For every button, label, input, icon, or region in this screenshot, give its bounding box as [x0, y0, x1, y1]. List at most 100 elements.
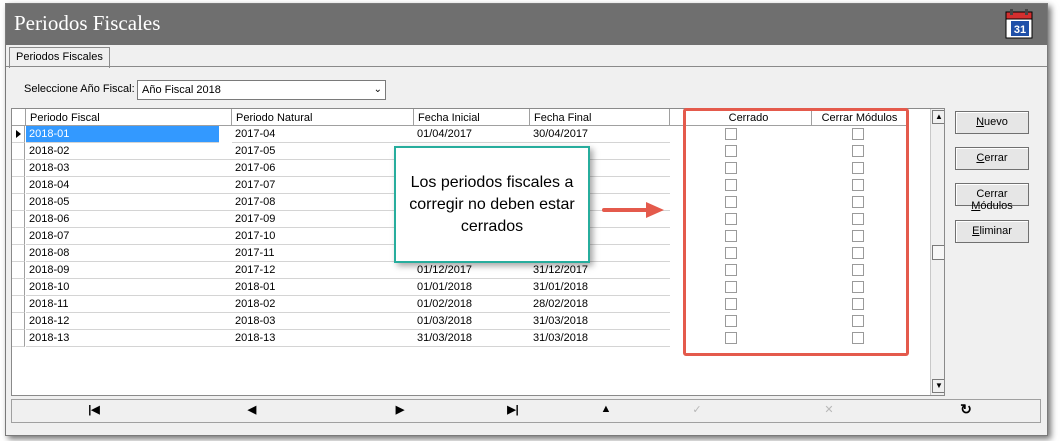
title-bar: Periodos Fiscales 31 — [6, 4, 1047, 45]
cell-end[interactable]: 31/01/2018 — [530, 279, 670, 296]
tab-periodos-fiscales[interactable]: Periodos Fiscales — [9, 47, 110, 68]
annotation-callout: Los periodos fiscales a corregir no debe… — [394, 146, 590, 263]
cell-fiscal[interactable]: 2018-05 — [26, 194, 232, 211]
cell-end[interactable]: 31/03/2018 — [530, 330, 670, 347]
fiscal-year-select[interactable]: Año Fiscal 2018 ⌄ — [137, 80, 386, 100]
nav-refresh-icon[interactable]: ↻ — [946, 401, 986, 418]
cell-fiscal[interactable]: 2018-12 — [26, 313, 232, 330]
cell-fiscal[interactable]: 2018-07 — [26, 228, 232, 245]
row-indicator[interactable] — [12, 228, 25, 245]
cerrar-modulos-button[interactable]: Cerrar Módulos — [955, 183, 1029, 212]
row-indicator[interactable] — [12, 262, 25, 279]
cell-natural[interactable]: 2017-07 — [232, 177, 414, 194]
column-header-fecha-inicial[interactable]: Fecha Inicial — [414, 109, 530, 126]
cerrar-button[interactable]: Cerrar — [955, 147, 1029, 170]
column-header-periodo-natural[interactable]: Periodo Natural — [232, 109, 414, 126]
cell-fiscal[interactable]: 2018-11 — [26, 296, 232, 313]
nav-post-icon: ✓ — [692, 404, 702, 416]
fiscal-year-value: Año Fiscal 2018 — [142, 84, 221, 96]
cell-fiscal[interactable]: 2018-03 — [26, 160, 232, 177]
table-row[interactable]: 2018-11 2018-02 01/02/2018 28/02/2018 — [12, 296, 672, 313]
chevron-down-icon[interactable]: ⌄ — [374, 84, 382, 95]
cell-natural[interactable]: 2018-13 — [232, 330, 414, 347]
record-navigator: |◀ ◀ ▶ ▶| ▲ ✓ ✕ ↻ — [11, 399, 1041, 423]
cell-start[interactable]: 01/04/2017 — [414, 126, 530, 143]
cell-fiscal[interactable]: 2018-06 — [26, 211, 232, 228]
cell-natural[interactable]: 2017-09 — [232, 211, 414, 228]
scroll-up-arrow-icon[interactable]: ▲ — [932, 110, 944, 124]
vertical-scrollbar[interactable]: ▲ ▼ — [930, 109, 944, 395]
cell-natural[interactable]: 2017-04 — [232, 126, 414, 143]
row-indicator[interactable] — [12, 211, 25, 228]
window-title: Periodos Fiscales — [14, 11, 161, 35]
column-header-fecha-final[interactable]: Fecha Final — [530, 109, 670, 126]
cerrar-label: errar — [984, 152, 1008, 164]
right-arrow-icon — [602, 202, 664, 218]
row-indicator[interactable] — [12, 143, 25, 160]
table-row[interactable]: 2018-01 2017-04 01/04/2017 30/04/2017 — [12, 126, 672, 143]
cell-end[interactable]: 30/04/2017 — [530, 126, 670, 143]
eliminar-button[interactable]: Eliminar — [955, 220, 1029, 243]
eliminar-label: liminar — [979, 225, 1012, 237]
cell-end[interactable]: 31/03/2018 — [530, 313, 670, 330]
closed-columns-highlight — [683, 108, 909, 356]
row-indicator[interactable] — [12, 160, 25, 177]
row-indicator[interactable] — [12, 177, 25, 194]
callout-text: Los periodos fiscales a corregir no debe… — [409, 173, 575, 235]
cell-start[interactable]: 01/01/2018 — [414, 279, 530, 296]
nav-first-icon[interactable]: |◀ — [74, 403, 114, 420]
fiscal-year-label: Seleccione Año Fiscal: — [24, 83, 135, 95]
cell-natural[interactable]: 2018-01 — [232, 279, 414, 296]
row-indicator[interactable] — [12, 194, 25, 211]
nav-last-icon[interactable]: ▶| — [493, 403, 533, 420]
cell-fiscal[interactable]: 2018-01 — [26, 126, 219, 143]
scroll-down-arrow-icon[interactable]: ▼ — [932, 379, 944, 393]
cell-natural[interactable]: 2017-05 — [232, 143, 414, 160]
row-indicator[interactable] — [12, 313, 25, 330]
cell-fiscal[interactable]: 2018-04 — [26, 177, 232, 194]
row-indicator[interactable] — [12, 126, 25, 143]
cell-end[interactable]: 28/02/2018 — [530, 296, 670, 313]
row-indicator[interactable] — [12, 330, 25, 347]
nav-prior-icon[interactable]: ◀ — [232, 403, 272, 420]
cell-natural[interactable]: 2018-02 — [232, 296, 414, 313]
cell-start[interactable]: 01/02/2018 — [414, 296, 530, 313]
cell-fiscal[interactable]: 2018-09 — [26, 262, 232, 279]
cell-natural[interactable]: 2017-11 — [232, 245, 414, 262]
cell-natural[interactable]: 2017-08 — [232, 194, 414, 211]
table-row[interactable]: 2018-12 2018-03 01/03/2018 31/03/2018 — [12, 313, 672, 330]
cell-natural[interactable]: 2017-10 — [232, 228, 414, 245]
table-row[interactable]: 2018-13 2018-13 31/03/2018 31/03/2018 — [12, 330, 672, 347]
cell-fiscal[interactable]: 2018-02 — [26, 143, 232, 160]
current-row-arrow-icon — [16, 130, 21, 138]
cell-natural[interactable]: 2017-12 — [232, 262, 414, 279]
cell-end[interactable]: 31/12/2017 — [530, 262, 670, 279]
cerrar-modulos-accel-key: M — [971, 200, 981, 212]
cerrar-modulos-label: ódulos — [980, 200, 1013, 212]
cell-start[interactable]: 01/03/2018 — [414, 313, 530, 330]
table-row[interactable]: 2018-09 2017-12 01/12/2017 31/12/2017 — [12, 262, 672, 279]
cell-start[interactable]: 31/03/2018 — [414, 330, 530, 347]
row-indicator[interactable] — [12, 279, 25, 296]
cell-fiscal[interactable]: 2018-10 — [26, 279, 232, 296]
tab-strip: Periodos Fiscales — [6, 45, 1047, 68]
scroll-thumb[interactable] — [932, 245, 944, 260]
nuevo-button[interactable]: Nuevo — [955, 111, 1029, 134]
cell-start[interactable]: 01/12/2017 — [414, 262, 530, 279]
tab-divider — [6, 66, 1047, 67]
nav-insert-icon[interactable]: ▲ — [586, 403, 626, 420]
nav-cancel-icon: ✕ — [824, 404, 834, 416]
nav-next-icon[interactable]: ▶ — [380, 403, 420, 420]
table-row[interactable]: 2018-10 2018-01 01/01/2018 31/01/2018 — [12, 279, 672, 296]
cell-fiscal[interactable]: 2018-13 — [26, 330, 232, 347]
fiscal-periods-window: Periodos Fiscales 31 Periodos Fiscales S… — [5, 3, 1048, 436]
column-header-periodo-fiscal[interactable]: Periodo Fiscal — [26, 109, 232, 126]
row-indicator[interactable] — [12, 296, 25, 313]
cell-natural[interactable]: 2018-03 — [232, 313, 414, 330]
row-indicator[interactable] — [12, 245, 25, 262]
cell-natural[interactable]: 2017-06 — [232, 160, 414, 177]
nuevo-label: uevo — [984, 116, 1008, 128]
row-indicator-header — [12, 109, 26, 126]
cell-fiscal[interactable]: 2018-08 — [26, 245, 232, 262]
nuevo-accel-key: N — [976, 116, 985, 128]
